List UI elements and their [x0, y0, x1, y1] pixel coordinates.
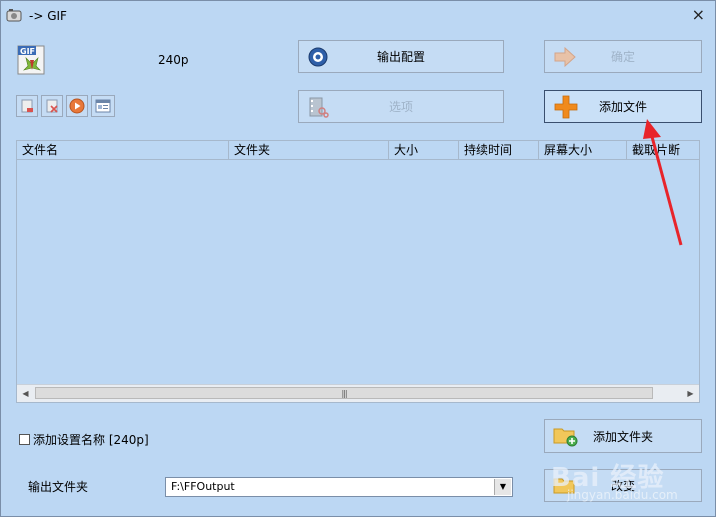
output-folder-label: 输出文件夹 — [28, 480, 89, 494]
clear-icon — [46, 99, 58, 113]
media-info-button[interactable] — [91, 95, 115, 117]
output-folder-value: F:\FFOutput — [171, 480, 235, 493]
folder-add-icon — [553, 428, 578, 447]
add-preset-name-checkbox[interactable] — [19, 434, 30, 445]
remove-button[interactable] — [16, 95, 38, 117]
options-label: 选项 — [388, 100, 413, 114]
play-icon — [69, 98, 85, 114]
film-scissors-icon — [309, 97, 329, 118]
horizontal-scrollbar[interactable]: ◀ ||| ▶ — [17, 384, 699, 402]
output-config-button[interactable]: 输出配置 — [298, 40, 504, 73]
close-icon[interactable]: × — [692, 5, 705, 24]
plus-icon — [554, 95, 578, 118]
column-header-duration[interactable]: 持续时间 — [459, 141, 539, 160]
app-icon — [6, 9, 22, 22]
scroll-right-icon[interactable]: ▶ — [682, 385, 699, 402]
clear-button[interactable] — [41, 95, 63, 117]
column-header-screen-size[interactable]: 屏幕大小 — [539, 141, 627, 160]
file-list[interactable]: 文件名 文件夹 大小 持续时间 屏幕大小 截取片断 ◀ ||| ▶ — [16, 140, 700, 403]
preset-name: 240p — [158, 53, 189, 67]
add-file-label: 添加文件 — [598, 100, 647, 114]
annotation-arrow-icon — [643, 119, 683, 246]
column-header-size[interactable]: 大小 — [389, 141, 459, 160]
gear-icon — [308, 47, 328, 66]
file-list-header: 文件名 文件夹 大小 持续时间 屏幕大小 截取片断 — [17, 141, 699, 160]
confirm-button[interactable]: 确定 — [544, 40, 702, 73]
scrollbar-thumb[interactable]: ||| — [35, 387, 653, 399]
column-header-folder[interactable]: 文件夹 — [229, 141, 389, 160]
main-window: -> GIF × GIF 240p 输出配置 确定 选项 添加文件 文件名 文件… — [0, 0, 716, 517]
add-preset-name-option[interactable]: 添加设置名称 [240p] — [19, 431, 149, 448]
output-folder-select[interactable]: F:\FFOutput ▼ — [165, 477, 513, 497]
add-folder-button[interactable]: 添加文件夹 — [544, 419, 702, 453]
svg-text:GIF: GIF — [20, 47, 35, 56]
watermark-url: jingyan.baidu.com — [567, 488, 678, 502]
output-config-label: 输出配置 — [376, 50, 425, 64]
confirm-label: 确定 — [610, 50, 635, 64]
add-preset-name-label: 添加设置名称 [240p] — [33, 433, 149, 447]
remove-icon — [21, 99, 33, 113]
arrow-right-icon — [554, 46, 576, 67]
add-folder-label: 添加文件夹 — [592, 429, 653, 444]
title-bar: -> GIF × — [1, 1, 715, 29]
chevron-down-icon[interactable]: ▼ — [494, 479, 511, 495]
play-button[interactable] — [66, 95, 88, 117]
gif-format-icon: GIF — [17, 45, 45, 75]
media-info-icon — [95, 99, 111, 113]
scroll-left-icon[interactable]: ◀ — [17, 385, 34, 402]
window-title: -> GIF — [29, 9, 67, 23]
column-header-filename[interactable]: 文件名 — [17, 141, 229, 160]
options-button[interactable]: 选项 — [298, 90, 504, 123]
